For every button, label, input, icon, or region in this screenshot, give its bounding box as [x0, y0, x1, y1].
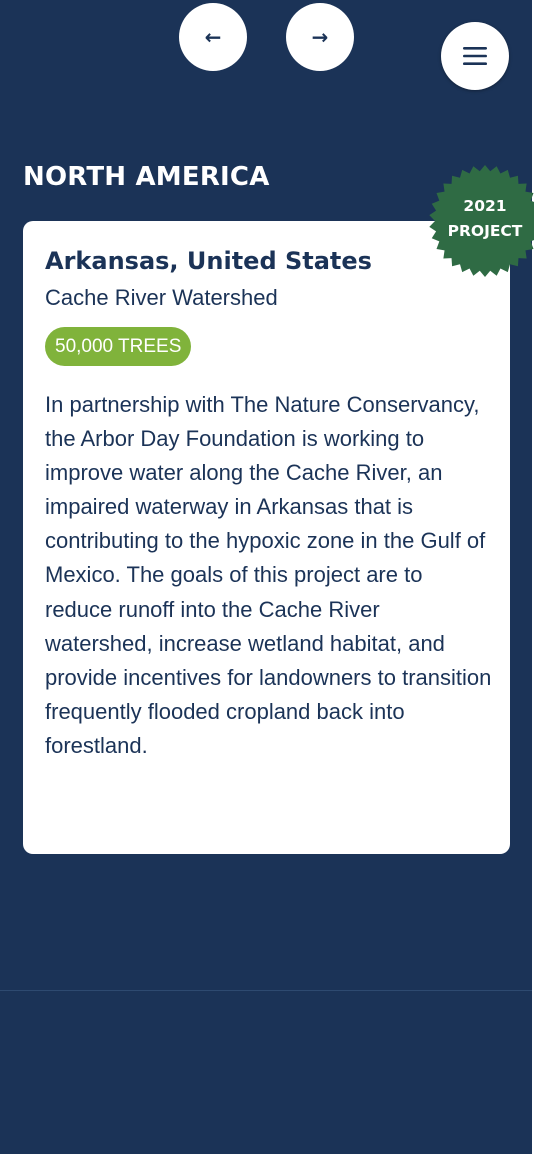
arrow-left-icon: ← [204, 25, 222, 49]
project-description: In partnership with The Nature Conservan… [45, 392, 492, 758]
hamburger-menu-icon [463, 47, 487, 65]
footer-divider [0, 990, 532, 991]
menu-button[interactable] [441, 22, 509, 90]
arrow-right-icon: → [311, 25, 329, 49]
previous-button[interactable]: ← [179, 3, 247, 71]
project-location: Arkansas, United States [45, 247, 372, 275]
region-title: NORTH AMERICA [23, 162, 270, 192]
seal-label: PROJECT [447, 222, 523, 240]
project-year-seal: 2021 PROJECT [428, 164, 534, 278]
trees-badge: 50,000 TREES [45, 327, 192, 366]
project-site: Cache River Watershed [45, 285, 278, 310]
seal-year: 2021 [463, 197, 507, 215]
project-card: Arkansas, United States Cache River Wate… [23, 221, 510, 854]
next-button[interactable]: → [286, 3, 354, 71]
seal-text: 2021 PROJECT [428, 194, 534, 244]
